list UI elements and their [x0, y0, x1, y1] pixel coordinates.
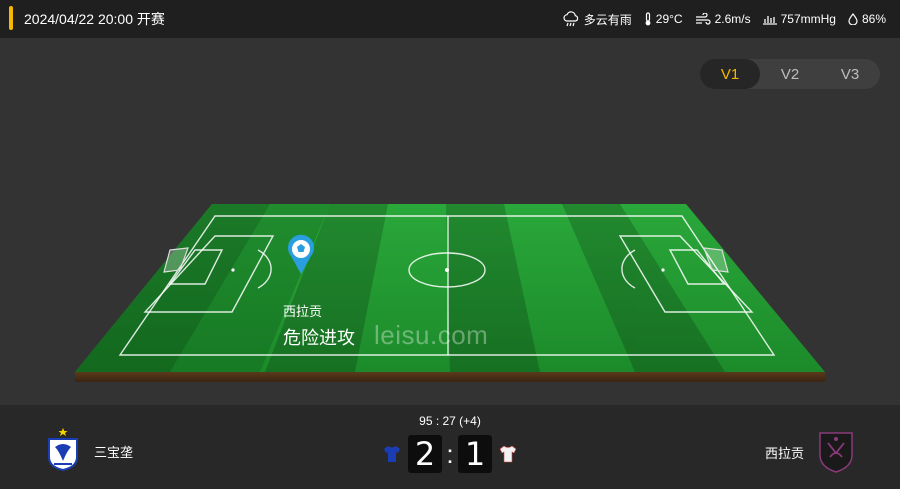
away-score: 1: [458, 435, 492, 473]
wind: 2.6m/s: [695, 12, 751, 26]
humidity-text: 86%: [861, 12, 886, 26]
left-penalty-spot: [231, 268, 235, 272]
match-start-time: 2024/04/22 20:00 开赛: [24, 11, 165, 27]
away-team-name[interactable]: 西拉贡: [765, 443, 804, 462]
pitch-stage: V1 V2 V3 西拉贡 危险进攻 leisu.com: [0, 38, 900, 405]
home-score: 2: [408, 435, 442, 473]
wind-text: 2.6m/s: [714, 12, 751, 26]
event-action: 危险进攻: [283, 328, 355, 348]
droplet-icon: [848, 13, 858, 25]
scoreboard: 2 : 1: [380, 435, 520, 473]
event-label: 西拉贡 危险进攻: [283, 301, 355, 350]
home-team: 三宝垄: [46, 427, 133, 476]
wind-icon: [695, 13, 711, 25]
temperature-text: 29°C: [655, 12, 683, 26]
home-team-name[interactable]: 三宝垄: [94, 442, 133, 461]
thermometer-icon: [644, 12, 652, 26]
accent-marker: [9, 6, 13, 30]
center-spot: [445, 268, 449, 272]
pitch-soil: [75, 372, 825, 382]
event-team: 西拉贡: [283, 304, 323, 319]
away-team-logo: [816, 427, 856, 478]
match-clock: 95 : 27 (+4): [419, 414, 481, 428]
score-bar: 三宝垄 95 : 27 (+4) 2 : 1 西拉贡: [0, 405, 900, 489]
watermark: leisu.com: [374, 320, 489, 350]
cloud-rain-icon: [562, 11, 580, 27]
home-shirt-icon: [380, 442, 404, 466]
home-team-logo: [46, 427, 80, 476]
away-team: 西拉贡: [765, 427, 856, 478]
score-separator: :: [446, 438, 454, 469]
top-bar: 2024/04/22 20:00 开赛 多云有雨 29°C 2.6m/s 757…: [0, 0, 900, 38]
weather-info: 多云有雨 29°C 2.6m/s 757mmHg 86%: [562, 0, 886, 38]
pressure-icon: [762, 13, 777, 25]
humidity: 86%: [848, 12, 886, 26]
pressure: 757mmHg: [762, 12, 836, 26]
right-penalty-spot: [661, 268, 665, 272]
pressure-text: 757mmHg: [780, 12, 836, 26]
weather-condition: 多云有雨: [562, 11, 632, 28]
away-shirt-icon: [496, 442, 520, 466]
weather-text: 多云有雨: [583, 12, 632, 27]
temperature: 29°C: [644, 12, 683, 26]
